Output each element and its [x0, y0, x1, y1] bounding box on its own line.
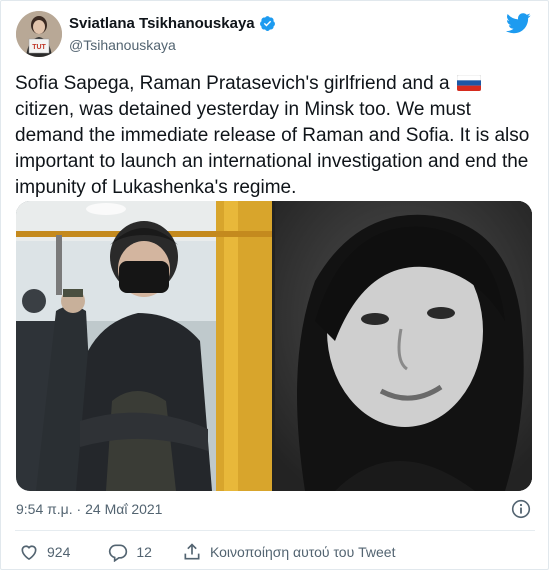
timestamp-separator: · [76, 501, 82, 517]
reply-button[interactable]: 12 [108, 542, 152, 562]
like-count: 924 [47, 544, 71, 560]
tweet-card: TUT Sviatlana Tsikhanouskaya @Tsihanousk… [0, 0, 549, 570]
tweet-header: TUT Sviatlana Tsikhanouskaya @Tsihanousk… [15, 10, 535, 60]
avatar[interactable]: TUT [16, 11, 62, 57]
reply-count: 12 [136, 544, 152, 560]
share-button[interactable]: Κοινοποίηση αυτού του Tweet [182, 542, 396, 562]
info-icon[interactable] [511, 499, 531, 519]
tweet-text-part2: citizen, was detained yesterday in Minsk… [15, 99, 530, 198]
tweet-time: 9:54 π.μ. [16, 501, 73, 517]
action-bar: 924 12 Κοινοποίηση αυτού του Tweet [15, 540, 395, 564]
verified-badge-icon [259, 15, 276, 32]
divider [15, 530, 535, 531]
avatar-sign-text: TUT [32, 44, 46, 51]
reply-bubble-icon [108, 542, 128, 562]
photo-portrait[interactable] [275, 201, 532, 491]
tweet-text: Sofia Sapega, Raman Pratasevich's girlfr… [15, 71, 535, 201]
photo-bus-interior[interactable] [16, 201, 272, 491]
like-button[interactable]: 924 [19, 542, 70, 562]
share-icon [182, 542, 202, 562]
share-label: Κοινοποίηση αυτού του Tweet [209, 544, 396, 560]
display-name[interactable]: Sviatlana Tsikhanouskaya [69, 15, 255, 32]
tweet-date: 24 Μαΐ 2021 [85, 501, 163, 517]
twitter-bird-icon[interactable] [506, 13, 531, 34]
tweet-text-part1: Sofia Sapega, Raman Pratasevich's girlfr… [15, 73, 450, 94]
media-grid [16, 201, 532, 491]
russia-flag-icon [456, 73, 482, 92]
heart-icon [19, 542, 39, 562]
tweet-timestamp[interactable]: 9:54 π.μ. · 24 Μαΐ 2021 [16, 501, 162, 517]
user-handle[interactable]: @Tsihanouskaya [69, 37, 176, 53]
name-row: Sviatlana Tsikhanouskaya [69, 15, 276, 32]
